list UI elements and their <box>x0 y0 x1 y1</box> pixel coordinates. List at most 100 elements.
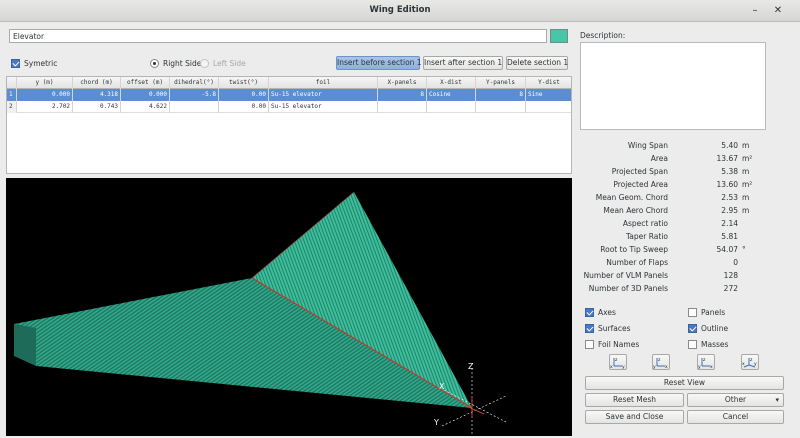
chevron-down-icon: ▾ <box>775 396 779 404</box>
foil-names-option[interactable]: Foil Names <box>585 339 639 349</box>
stat-row: Projected Span 5.38 m <box>580 166 790 178</box>
wing-name-input[interactable] <box>9 29 547 43</box>
table-row[interactable]: 2 2.702 0.743 4.622 0.00 Su-15 elevator <box>7 101 571 113</box>
svg-text:y: y <box>622 365 625 369</box>
window-title: Wing Edition <box>369 5 431 15</box>
insert-before-button[interactable]: Insert before section 1 <box>336 56 422 70</box>
save-close-button[interactable]: Save and Close <box>585 410 684 424</box>
other-menu-label: Other <box>724 395 747 404</box>
outline-option[interactable]: Outline <box>688 323 728 333</box>
view-iso-icon[interactable]: zx y <box>741 354 759 370</box>
svg-text:z: z <box>703 358 706 363</box>
col-ypanels[interactable]: Y-panels <box>476 77 526 89</box>
stat-value: 5.40 m <box>721 141 750 150</box>
view-x-icon[interactable]: zx y <box>609 354 627 370</box>
stat-row: Root to Tip Sweep 54.07 ° <box>580 244 790 256</box>
stat-row: Number of Flaps 0 <box>580 257 790 269</box>
col-twist[interactable]: twist(°) <box>219 77 269 89</box>
stat-label: Wing Span <box>627 141 668 150</box>
description-textarea[interactable] <box>580 42 766 130</box>
stat-row: Wing Span 5.40 m <box>580 140 790 152</box>
left-side-option[interactable]: Left Side <box>200 58 246 68</box>
axes-option[interactable]: Axes <box>585 307 616 317</box>
symetric-option[interactable]: Symetric <box>11 58 57 68</box>
stat-label: Projected Area <box>613 180 668 189</box>
axis-x-label: X <box>439 382 445 391</box>
right-side-option[interactable]: Right Side <box>150 58 201 68</box>
masses-label: Masses <box>701 339 729 349</box>
surfaces-label: Surfaces <box>598 323 631 333</box>
col-foil[interactable]: foil <box>269 77 378 89</box>
stat-label: Number of 3D Panels <box>588 284 668 293</box>
col-dihedral[interactable]: dihedral(°) <box>170 77 219 89</box>
wing-root-face <box>14 324 36 366</box>
left-side-radio[interactable] <box>200 58 209 68</box>
right-side-label: Right Side <box>163 58 202 68</box>
stat-row: Number of VLM Panels 128 <box>580 270 790 282</box>
stat-label: Area <box>650 154 668 163</box>
stat-value: 0 <box>733 258 738 267</box>
description-label: Description: <box>580 31 626 40</box>
symetric-checkbox[interactable] <box>11 58 20 68</box>
stat-row: Taper Ratio 5.81 <box>580 231 790 243</box>
wing-3d-view[interactable]: Z X Y <box>6 178 572 436</box>
masses-checkbox[interactable] <box>688 339 697 349</box>
foil-names-checkbox[interactable] <box>585 339 594 349</box>
stat-value: 2.14 <box>721 219 738 228</box>
col-offset[interactable]: offset (m) <box>121 77 170 89</box>
right-side-radio[interactable] <box>150 58 159 68</box>
masses-option[interactable]: Masses <box>688 339 728 349</box>
stat-value: 128 <box>723 271 738 280</box>
stat-label: Taper Ratio <box>625 232 668 241</box>
col-chord[interactable]: chord (m) <box>73 77 121 89</box>
reset-view-button[interactable]: Reset View <box>585 376 784 390</box>
stat-row: Aspect ratio 2.14 <box>580 218 790 230</box>
stat-value: 272 <box>723 284 738 293</box>
close-icon[interactable]: ✕ <box>771 4 785 18</box>
view-z-icon[interactable]: zy x <box>697 354 715 370</box>
stat-label: Mean Aero Chord <box>603 206 668 215</box>
stat-label: Projected Span <box>611 167 668 176</box>
view-y-icon[interactable]: zy x <box>652 354 670 370</box>
wing-color-button[interactable] <box>550 29 568 43</box>
other-menu-button[interactable]: Other ▾ <box>687 393 784 407</box>
panels-checkbox[interactable] <box>688 307 697 317</box>
table-header: y (m) chord (m) offset (m) dihedral(°) t… <box>7 77 571 89</box>
stat-value: 2.95 m <box>721 206 750 215</box>
stat-row: Number of 3D Panels 272 <box>580 283 790 295</box>
svg-text:z: z <box>750 358 753 363</box>
insert-after-button[interactable]: Insert after section 1 <box>423 56 503 70</box>
left-side-label: Left Side <box>213 58 246 68</box>
surfaces-option[interactable]: Surfaces <box>585 323 630 333</box>
outline-checkbox[interactable] <box>688 323 697 333</box>
stat-row: Mean Geom. Chord 2.53 m <box>580 192 790 204</box>
cancel-button[interactable]: Cancel <box>687 410 784 424</box>
panels-label: Panels <box>701 307 726 317</box>
svg-text:z: z <box>658 358 661 363</box>
col-xpanels[interactable]: X-panels <box>378 77 427 89</box>
stat-label: Number of Flaps <box>606 258 668 267</box>
sections-table[interactable]: y (m) chord (m) offset (m) dihedral(°) t… <box>6 76 572 174</box>
surfaces-checkbox[interactable] <box>585 323 594 333</box>
table-row[interactable]: 1 0.000 4.318 0.000 -5.8 0.00 Su-15 elev… <box>7 89 571 101</box>
panels-option[interactable]: Panels <box>688 307 725 317</box>
wing-3d-render[interactable]: Z X Y <box>6 178 572 436</box>
stat-label: Mean Geom. Chord <box>595 193 668 202</box>
axis-z-label: Z <box>468 362 474 371</box>
svg-text:x: x <box>710 365 713 369</box>
stat-row: Mean Aero Chord 2.95 m <box>580 205 790 217</box>
col-y[interactable]: y (m) <box>17 77 73 89</box>
stat-value: 2.53 m <box>721 193 750 202</box>
minimize-icon[interactable]: – <box>748 4 762 18</box>
symetric-label: Symetric <box>24 58 58 68</box>
svg-text:x: x <box>742 362 745 367</box>
reset-mesh-button[interactable]: Reset Mesh <box>585 393 684 407</box>
axes-checkbox[interactable] <box>585 307 594 317</box>
col-ydist[interactable]: Y-dist <box>526 77 571 89</box>
svg-text:z: z <box>615 358 618 363</box>
axes-label: Axes <box>598 307 616 317</box>
delete-section-button[interactable]: Delete section 1 <box>506 56 568 70</box>
outline-label: Outline <box>701 323 729 333</box>
stat-value: 13.60 m² <box>716 180 753 189</box>
col-xdist[interactable]: X-dist <box>427 77 476 89</box>
